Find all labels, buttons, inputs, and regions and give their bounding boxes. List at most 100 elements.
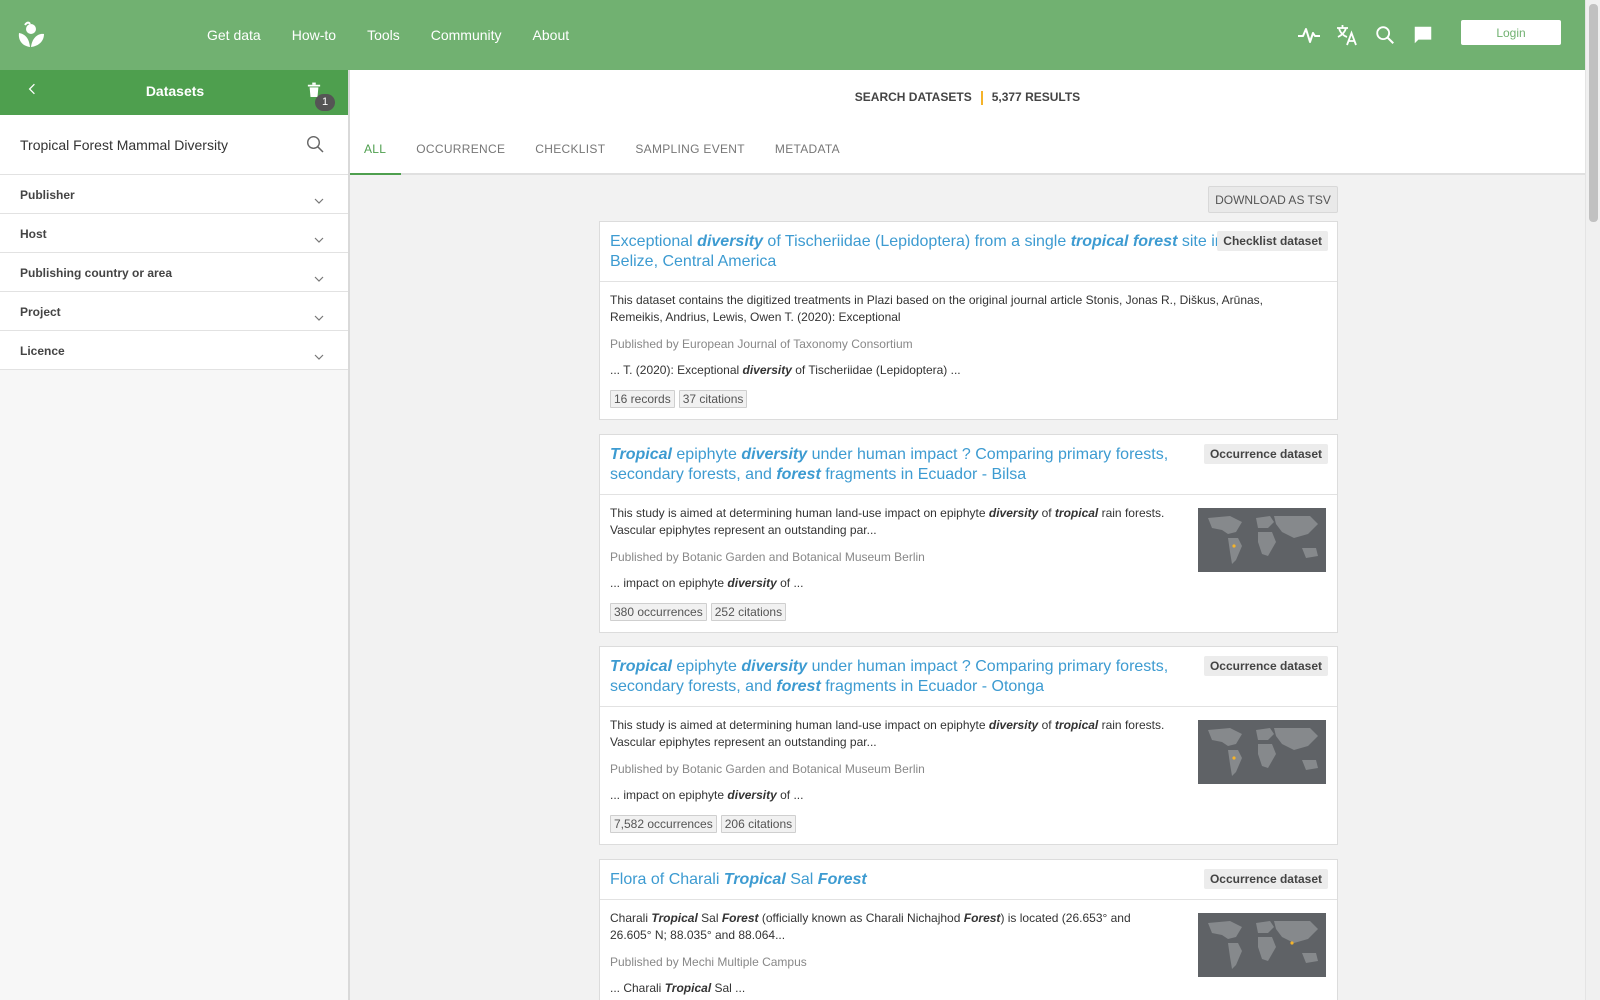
occurrence-map-thumbnail[interactable] <box>1198 913 1326 977</box>
sidebar-title: Datasets <box>145 83 205 99</box>
summary-separator <box>980 90 983 105</box>
dataset-publisher[interactable]: Published by European Journal of Taxonom… <box>610 337 913 351</box>
highlighted-term: Tropical <box>651 911 698 925</box>
highlighted-term: forest <box>1132 233 1178 250</box>
tab-metadata[interactable]: METADATA <box>760 132 855 175</box>
gbif-logo-icon[interactable] <box>16 20 46 50</box>
chevron-down-icon <box>314 191 324 204</box>
dataset-title-link[interactable]: Tropical epiphyte diversity under human … <box>610 657 1220 697</box>
highlighted-term: diversity <box>727 576 777 590</box>
dataset-search-box <box>0 115 348 175</box>
sidebar-header: Datasets 1 <box>0 70 348 115</box>
dataset-type-tabs: ALL OCCURRENCE CHECKLIST SAMPLING EVENT … <box>350 132 855 175</box>
records-count-badge: 16 records <box>610 390 675 408</box>
login-button[interactable]: Login <box>1461 20 1561 45</box>
tab-checklist[interactable]: CHECKLIST <box>520 132 620 175</box>
dataset-description: This dataset contains the digitized trea… <box>610 293 1264 324</box>
highlighted-term: tropical <box>1070 233 1129 250</box>
dataset-result-card: Tropical epiphyte diversity under human … <box>599 646 1338 845</box>
dataset-title-link[interactable]: Exceptional diversity of Tischeriidae (L… <box>610 232 1225 272</box>
facet-licence[interactable]: Licence <box>0 331 348 370</box>
chevron-down-icon <box>314 308 324 321</box>
highlighted-term: tropical <box>1054 506 1099 520</box>
feedback-icon[interactable] <box>1411 23 1435 47</box>
dataset-type-badge: Checklist dataset <box>1217 231 1328 251</box>
search-highlight: ... T. (2020): Exceptional diversity of … <box>610 363 961 377</box>
highlighted-term: Tropical <box>610 446 672 463</box>
card-header: Tropical epiphyte diversity under human … <box>600 435 1337 495</box>
highlighted-term: diversity <box>741 446 808 463</box>
top-icon-group <box>1283 0 1435 70</box>
nav-about[interactable]: About <box>533 27 570 43</box>
citations-count-badge: 252 citations <box>710 603 787 621</box>
nav-community[interactable]: Community <box>431 27 502 43</box>
facet-host[interactable]: Host <box>0 214 348 253</box>
facet-project[interactable]: Project <box>0 292 348 331</box>
dataset-result-card: Tropical epiphyte diversity under human … <box>599 434 1338 633</box>
results-count: 5,377 RESULTS <box>991 90 1081 104</box>
highlighted-term: diversity <box>727 788 777 802</box>
occurrence-point <box>1232 544 1236 548</box>
translate-icon[interactable] <box>1335 23 1359 47</box>
highlighted-term: diversity <box>988 718 1039 732</box>
dataset-description: Charali Tropical Sal Forest (officially … <box>610 911 1131 942</box>
highlighted-term: Tropical <box>610 658 672 675</box>
search-datasets-label: SEARCH DATASETS <box>854 90 972 104</box>
scrollbar-thumb[interactable] <box>1589 4 1598 222</box>
nav-get-data[interactable]: Get data <box>207 27 261 43</box>
citations-count-badge: 37 citations <box>678 390 748 408</box>
dataset-publisher[interactable]: Published by Botanic Garden and Botanica… <box>610 762 925 776</box>
dataset-search-input[interactable] <box>20 133 290 157</box>
highlighted-term: Tropical <box>723 871 786 888</box>
occurrence-point <box>1290 941 1294 945</box>
highlighted-term: Forest <box>963 911 1001 925</box>
highlighted-term: diversity <box>741 658 808 675</box>
download-tsv-button[interactable]: DOWNLOAD AS TSV <box>1208 186 1338 213</box>
dataset-type-badge: Occurrence dataset <box>1203 869 1328 889</box>
card-header: Exceptional diversity of Tischeriidae (L… <box>600 222 1337 282</box>
highlighted-term: tropical <box>1054 718 1099 732</box>
nav-how-to[interactable]: How-to <box>292 27 336 43</box>
dataset-result-card: Flora of Charali Tropical Sal Forest Occ… <box>599 859 1338 1000</box>
page-scrollbar[interactable] <box>1585 0 1600 1000</box>
search-highlight: ... impact on epiphyte diversity of ... <box>610 788 804 802</box>
facet-label: Licence <box>20 344 65 358</box>
facet-label: Project <box>20 305 61 319</box>
dataset-description: This study is aimed at determining human… <box>610 718 1165 749</box>
top-navigation-bar: Get data How-to Tools Community About Lo… <box>0 0 1585 70</box>
occurrence-point <box>1232 756 1236 760</box>
occurrences-count-badge: 380 occurrences <box>610 603 707 621</box>
occurrences-count-badge: 7,582 occurrences <box>610 815 717 833</box>
highlighted-term: diversity <box>988 506 1039 520</box>
card-header: Tropical epiphyte diversity under human … <box>600 647 1337 707</box>
occurrence-map-thumbnail[interactable] <box>1198 720 1326 784</box>
search-icon[interactable] <box>306 135 324 153</box>
tab-occurrence[interactable]: OCCURRENCE <box>401 132 520 175</box>
activity-icon[interactable] <box>1297 23 1321 47</box>
citations-count-badge: 206 citations <box>720 815 797 833</box>
results-summary: SEARCH DATASETS 5,377 RESULTS <box>350 90 1585 105</box>
dataset-publisher[interactable]: Published by Botanic Garden and Botanica… <box>610 550 925 564</box>
dataset-stats: 16 records 37 citations <box>610 390 748 408</box>
dataset-type-badge: Occurrence dataset <box>1203 444 1328 464</box>
search-icon[interactable] <box>1373 23 1397 47</box>
dataset-description: This study is aimed at determining human… <box>610 506 1165 537</box>
chevron-down-icon <box>314 269 324 282</box>
nav-tools[interactable]: Tools <box>367 27 400 43</box>
facet-publisher[interactable]: Publisher <box>0 175 348 214</box>
tab-sampling-event[interactable]: SAMPLING EVENT <box>620 132 760 175</box>
dataset-title-link[interactable]: Flora of Charali Tropical Sal Forest <box>610 870 1220 890</box>
occurrence-map-thumbnail[interactable] <box>1198 508 1326 572</box>
highlighted-term: forest <box>776 466 821 483</box>
dataset-result-card: Exceptional diversity of Tischeriidae (L… <box>599 221 1338 420</box>
facet-label: Publishing country or area <box>20 266 173 280</box>
dataset-title-link[interactable]: Tropical epiphyte diversity under human … <box>610 445 1220 485</box>
tab-all[interactable]: ALL <box>350 132 402 175</box>
highlighted-term: diversity <box>697 233 763 250</box>
dataset-publisher[interactable]: Published by Mechi Multiple Campus <box>610 955 807 969</box>
facet-publishing-country[interactable]: Publishing country or area <box>0 253 348 292</box>
highlighted-term: Forest <box>817 871 867 888</box>
highlighted-term: forest <box>776 678 821 695</box>
highlighted-term: diversity <box>742 363 792 377</box>
dataset-stats: 380 occurrences 252 citations <box>610 603 787 621</box>
